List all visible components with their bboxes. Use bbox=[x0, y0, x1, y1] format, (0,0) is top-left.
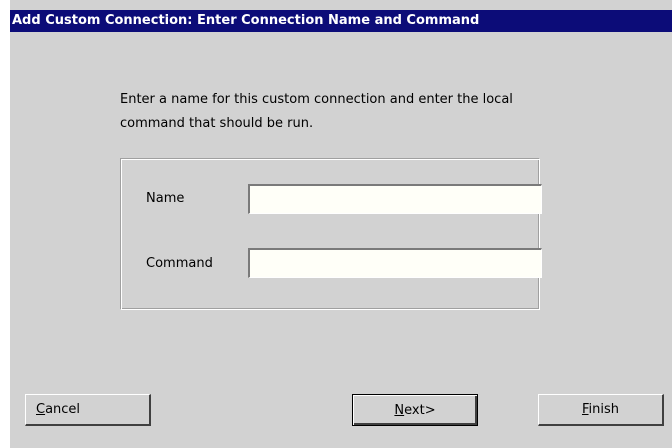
name-input[interactable] bbox=[248, 184, 542, 214]
connection-group-box bbox=[120, 158, 540, 310]
instructions-text: Enter a name for this custom connection … bbox=[120, 88, 580, 136]
cancel-label: ancel bbox=[45, 402, 81, 417]
finish-label: inish bbox=[588, 402, 620, 417]
cancel-mnemonic: C bbox=[36, 402, 46, 417]
next-button[interactable]: Next> bbox=[352, 394, 478, 426]
command-label: Command bbox=[146, 256, 213, 271]
window-title[interactable]: Add Custom Connection: Enter Connection … bbox=[10, 10, 672, 32]
command-input[interactable] bbox=[248, 248, 542, 278]
finish-button[interactable]: Finish bbox=[538, 394, 664, 426]
next-mnemonic: N bbox=[394, 402, 405, 418]
instructions-line-2: command that should be run. bbox=[120, 116, 314, 131]
instructions-line-1: Enter a name for this custom connection … bbox=[120, 92, 513, 107]
wizard-window: Add Custom Connection: Enter Connection … bbox=[0, 0, 672, 448]
next-label: ext> bbox=[404, 402, 436, 418]
name-label: Name bbox=[146, 191, 185, 206]
cancel-button[interactable]: Cancel bbox=[25, 394, 151, 426]
